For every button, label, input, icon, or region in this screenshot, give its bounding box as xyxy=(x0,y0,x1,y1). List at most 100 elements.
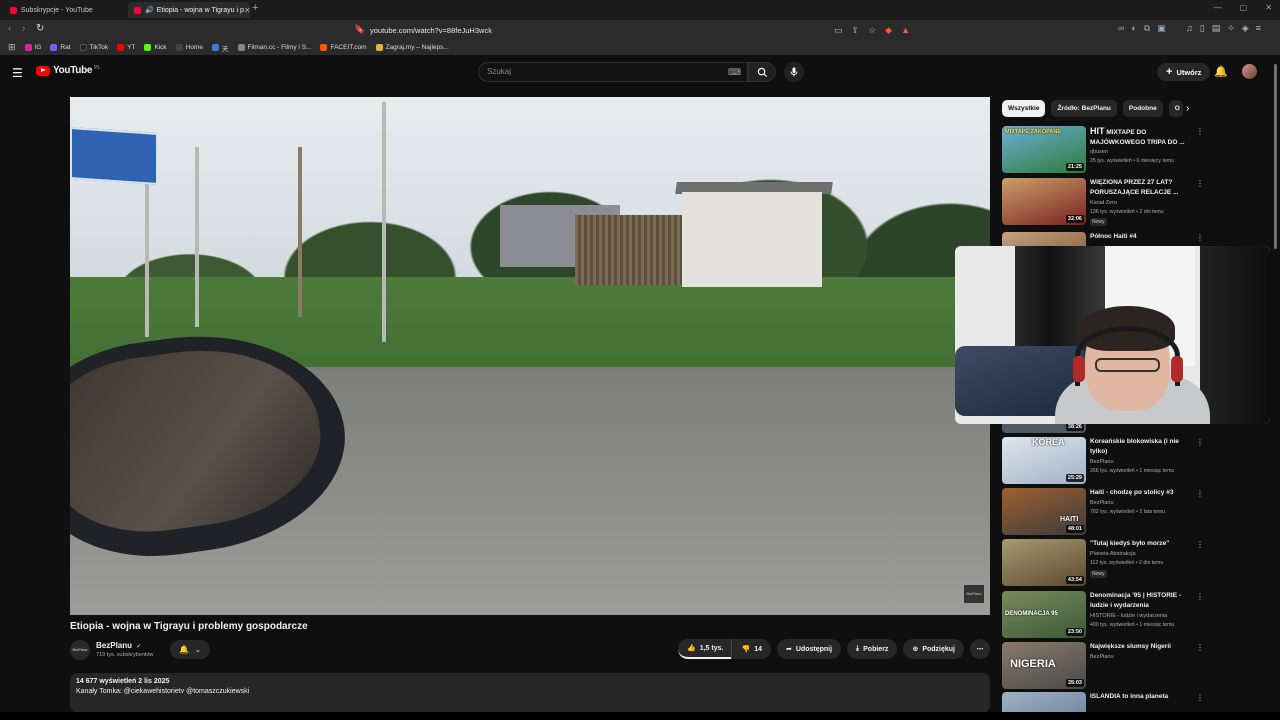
video-title-link[interactable]: Denominacja '95 | HISTORIE - ludzie i wy… xyxy=(1090,591,1190,611)
bookmark-ig[interactable]: IG xyxy=(24,44,41,51)
channel-name[interactable]: rjbusen xyxy=(1090,149,1108,155)
brave-shield-icon[interactable]: ◆ xyxy=(885,25,892,36)
channel-link[interactable]: @tomaszczukiewski xyxy=(186,688,249,695)
bookmark-faceit[interactable]: FACEIT.com xyxy=(320,44,367,51)
channel-name[interactable]: BezPlanu xyxy=(1090,654,1114,660)
extension-icon[interactable]: ▣ xyxy=(1157,23,1166,34)
hamburger-menu-icon[interactable]: ☰ xyxy=(12,66,23,80)
rewards-icon[interactable]: ▲ xyxy=(901,25,910,35)
share-icon[interactable]: ⇪ xyxy=(852,25,860,36)
download-button[interactable]: ⤓ Pobierz xyxy=(847,639,898,659)
more-vertical-icon[interactable]: ⋮ xyxy=(1196,489,1204,498)
minimize-button[interactable]: — xyxy=(1214,3,1222,12)
speaker-icon[interactable]: 🔊 xyxy=(145,6,154,14)
more-actions-button[interactable]: ⋯ xyxy=(970,639,990,659)
recommendation-item[interactable]: ISLANDIA to inna planeta ⋮ xyxy=(1002,692,1212,712)
bookmark-zagraj[interactable]: Zagraj.my – Najleps... xyxy=(375,44,449,51)
recommendation-item[interactable]: NIGERIA 35:03 Największe slumsy Nigerii … xyxy=(1002,642,1212,690)
bookmark-tiktok[interactable]: TikTok xyxy=(79,44,108,51)
chip-all[interactable]: Wszystkie xyxy=(1002,100,1046,117)
page-scrollbar[interactable] xyxy=(1274,64,1277,249)
tab-subscriptions[interactable]: Subskrypcje - YouTube xyxy=(4,2,126,18)
bookmark-rat[interactable]: Rat xyxy=(50,44,71,51)
bookmark-icon[interactable]: 🔖 xyxy=(354,24,365,35)
sidebar-icon[interactable]: ▯ xyxy=(1200,23,1205,34)
recommendation-item[interactable]: MIXTAPE ZAKOPANE 21:25 HIT MIXTAPE DO MA… xyxy=(1002,126,1212,174)
music-icon[interactable]: ♫ xyxy=(1186,23,1193,34)
channel-name[interactable]: HISTORIE - ludzie i wydarzenia xyxy=(1090,613,1167,619)
thanks-button[interactable]: ⊕ Podziękuj xyxy=(903,639,964,659)
keyboard-icon[interactable]: ⌨ xyxy=(728,67,741,78)
close-window-button[interactable]: ✕ xyxy=(1265,3,1272,12)
channel-avatar[interactable]: BezPlanu xyxy=(70,640,90,660)
video-thumbnail[interactable] xyxy=(1002,232,1086,246)
video-title-link[interactable]: HIT MIXTAPE DO MAJÓWKOWEGO TRIPA DO ... xyxy=(1090,126,1190,148)
account-avatar[interactable] xyxy=(1242,64,1257,79)
more-vertical-icon[interactable]: ⋮ xyxy=(1196,540,1204,549)
video-title-link[interactable]: "Tutaj kiedyś było morze" xyxy=(1090,539,1190,549)
vpn-icon[interactable]: ◈ xyxy=(1242,23,1249,34)
more-vertical-icon[interactable]: ⋮ xyxy=(1196,438,1204,447)
star-icon[interactable]: ☆ xyxy=(868,25,876,36)
bookmark-yt[interactable]: YT xyxy=(117,44,135,51)
new-tab-button[interactable]: + xyxy=(252,2,258,14)
chip-more[interactable]: O xyxy=(1168,100,1183,117)
video-thumbnail[interactable] xyxy=(1002,692,1086,712)
apps-grid-icon[interactable]: ⊞ xyxy=(8,42,16,53)
recommendation-item[interactable]: 32:06 WIĘZIONA PRZEZ 27 LAT? PORUSZAJĄCE… xyxy=(1002,178,1212,226)
bookmark-home[interactable]: Home xyxy=(175,44,203,51)
channel-link[interactable]: @ciekawehistorietv xyxy=(124,688,184,695)
chip-from-channel[interactable]: Źródło: BezPlanu xyxy=(1051,100,1117,117)
recommendation-item[interactable]: Północ Haiti #4 ⋮ xyxy=(1002,232,1212,246)
close-tab-icon[interactable]: ✕ xyxy=(244,6,250,15)
channel-name[interactable]: Kanał Zero xyxy=(1090,200,1117,206)
chip-related[interactable]: Podobne xyxy=(1122,100,1163,117)
video-title-link[interactable]: WIĘZIONA PRZEZ 27 LAT? PORUSZAJĄCE RELAC… xyxy=(1090,178,1190,198)
search-button[interactable] xyxy=(748,62,776,82)
video-title-link[interactable]: Haiti - chodzę po stolicy #3 xyxy=(1090,488,1190,498)
video-thumbnail[interactable]: DENOMINACJA 95 23:50 xyxy=(1002,591,1086,638)
dislike-button[interactable]: 👎 14 xyxy=(731,639,771,659)
voice-search-button[interactable] xyxy=(784,62,804,82)
video-thumbnail[interactable]: MIXTAPE ZAKOPANE 21:25 xyxy=(1002,126,1086,173)
more-vertical-icon[interactable]: ⋮ xyxy=(1196,127,1204,136)
video-title-link[interactable]: Koreańskie blokowiska (i nie tylko) xyxy=(1090,437,1190,457)
reload-icon[interactable]: ↻ xyxy=(36,23,44,34)
youtube-logo[interactable]: YouTube PL xyxy=(36,65,100,76)
extension-icon[interactable]: ◐ xyxy=(1131,23,1136,34)
channel-name[interactable]: BezPlanu xyxy=(96,641,132,650)
video-thumbnail[interactable]: KOREA 25:29 xyxy=(1002,437,1086,484)
cast-icon[interactable]: ▭ xyxy=(834,25,843,36)
extension-icon[interactable]: ∞ xyxy=(1118,23,1124,34)
url-text[interactable]: youtube.com/watch?v=88feJuH3wck xyxy=(370,26,492,35)
search-input[interactable] xyxy=(487,67,717,76)
share-button[interactable]: ➦ Udostępnij xyxy=(776,639,842,659)
puzzle-icon[interactable]: ⧉ xyxy=(1144,23,1150,34)
description-box[interactable]: 14 677 wyświetleń 2 lis 2025 Kanały Tomk… xyxy=(70,673,990,713)
forward-icon[interactable]: › xyxy=(22,23,25,34)
video-title-link[interactable]: ISLANDIA to inna planeta xyxy=(1090,692,1190,702)
video-thumbnail[interactable]: HAITI 48:01 xyxy=(1002,488,1086,535)
create-button[interactable]: + Utwórz xyxy=(1157,63,1211,81)
back-icon[interactable]: ‹ xyxy=(8,23,11,34)
tab-current-video[interactable]: 🔊 Etiopia - wojna w Tigrayu i p ✕ xyxy=(128,2,250,18)
url-field[interactable]: 🔖 youtube.com/watch?v=88feJuH3wck ▭ ⇪ ☆ … xyxy=(350,22,910,38)
recommendation-item[interactable]: 43:54 "Tutaj kiedyś było morze" Planeta … xyxy=(1002,539,1212,587)
more-vertical-icon[interactable]: ⋮ xyxy=(1196,592,1204,601)
menu-icon[interactable]: ≡ xyxy=(1256,23,1261,34)
more-vertical-icon[interactable]: ⋮ xyxy=(1196,643,1204,652)
more-vertical-icon[interactable]: ⋮ xyxy=(1196,233,1204,242)
video-thumbnail[interactable]: 43:54 xyxy=(1002,539,1086,586)
recommendation-item[interactable]: HAITI 48:01 Haiti - chodzę po stolicy #3… xyxy=(1002,488,1212,536)
chevron-right-icon[interactable]: › xyxy=(1186,103,1189,114)
bookmark-kick[interactable]: Kick xyxy=(144,44,167,51)
bookmark-filman[interactable]: Filman.cc - Filmy i S... xyxy=(237,44,311,51)
recommendation-item[interactable]: KOREA 25:29 Koreańskie blokowiska (i nie… xyxy=(1002,437,1212,485)
subscription-bell-button[interactable]: 🔔 ⌄ xyxy=(170,640,210,659)
channel-name[interactable]: BezPlanu xyxy=(1090,500,1114,506)
video-title-link[interactable]: Północ Haiti #4 xyxy=(1090,232,1190,242)
notifications-bell-icon[interactable]: 🔔 xyxy=(1214,65,1228,78)
channel-watermark[interactable]: BezPlanu xyxy=(964,585,984,603)
video-thumbnail[interactable]: 32:06 xyxy=(1002,178,1086,225)
bookmark-sky[interactable]: 天 xyxy=(212,43,229,53)
